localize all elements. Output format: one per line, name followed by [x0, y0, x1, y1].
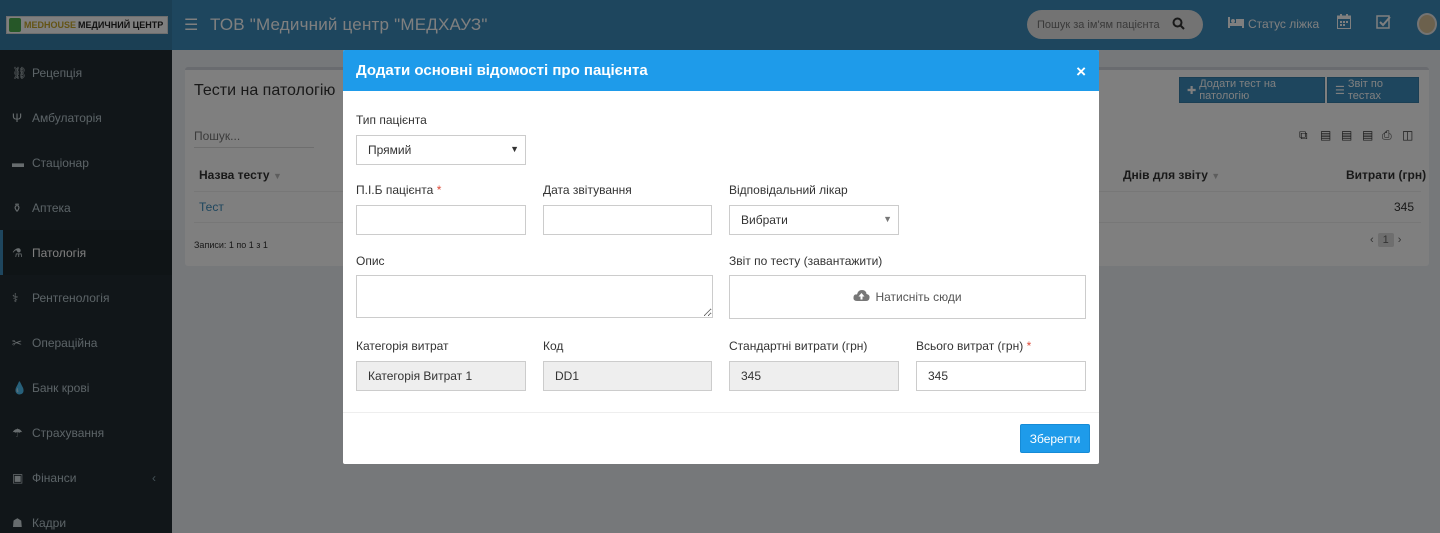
modal-footer-divider	[343, 412, 1099, 413]
report-date-input[interactable]	[543, 205, 712, 235]
cloud-upload-icon	[853, 289, 871, 305]
doctor-label: Відповідальний лікар	[729, 183, 848, 197]
patient-type-label: Тип пацієнта	[356, 113, 427, 127]
required-mark: *	[1026, 339, 1032, 353]
standard-cost-label: Стандартні витрати (грн)	[729, 339, 868, 353]
upload-button-label: Натисніть сюди	[875, 290, 962, 304]
standard-cost-input[interactable]: 345	[729, 361, 899, 391]
total-cost-input[interactable]: 345	[916, 361, 1086, 391]
modal-title: Додати основні відомості про пацієнта	[356, 62, 648, 79]
doctor-select[interactable]: Вибрати ▼	[729, 205, 899, 235]
doctor-value: Вибрати	[741, 213, 788, 227]
patient-type-value: Прямий	[368, 143, 412, 157]
code-label: Код	[543, 339, 564, 353]
save-button[interactable]: Зберегти	[1020, 424, 1090, 453]
code-input[interactable]: DD1	[543, 361, 712, 391]
patient-type-select[interactable]: Прямий ▼	[356, 135, 526, 165]
required-mark: *	[436, 183, 442, 197]
patient-info-modal: Додати основні відомості про пацієнта × …	[343, 50, 1099, 464]
caret-down-icon: ▼	[510, 144, 519, 154]
category-label: Категорія витрат	[356, 339, 449, 353]
modal-header: Додати основні відомості про пацієнта	[343, 50, 1099, 91]
category-input[interactable]: Категорія Витрат 1	[356, 361, 526, 391]
report-date-label: Дата звітування	[543, 183, 632, 197]
caret-down-icon: ▼	[883, 214, 892, 224]
description-textarea[interactable]	[356, 275, 713, 318]
description-label: Опис	[356, 254, 385, 268]
upload-label: Звіт по тесту (завантажити)	[729, 254, 883, 268]
close-icon[interactable]: ×	[1076, 62, 1086, 82]
total-cost-label: Всього витрат (грн) *	[916, 339, 1032, 353]
patient-name-label: П.І.Б пацієнта *	[356, 183, 442, 197]
upload-button[interactable]: Натисніть сюди	[729, 275, 1086, 319]
patient-name-input[interactable]	[356, 205, 526, 235]
